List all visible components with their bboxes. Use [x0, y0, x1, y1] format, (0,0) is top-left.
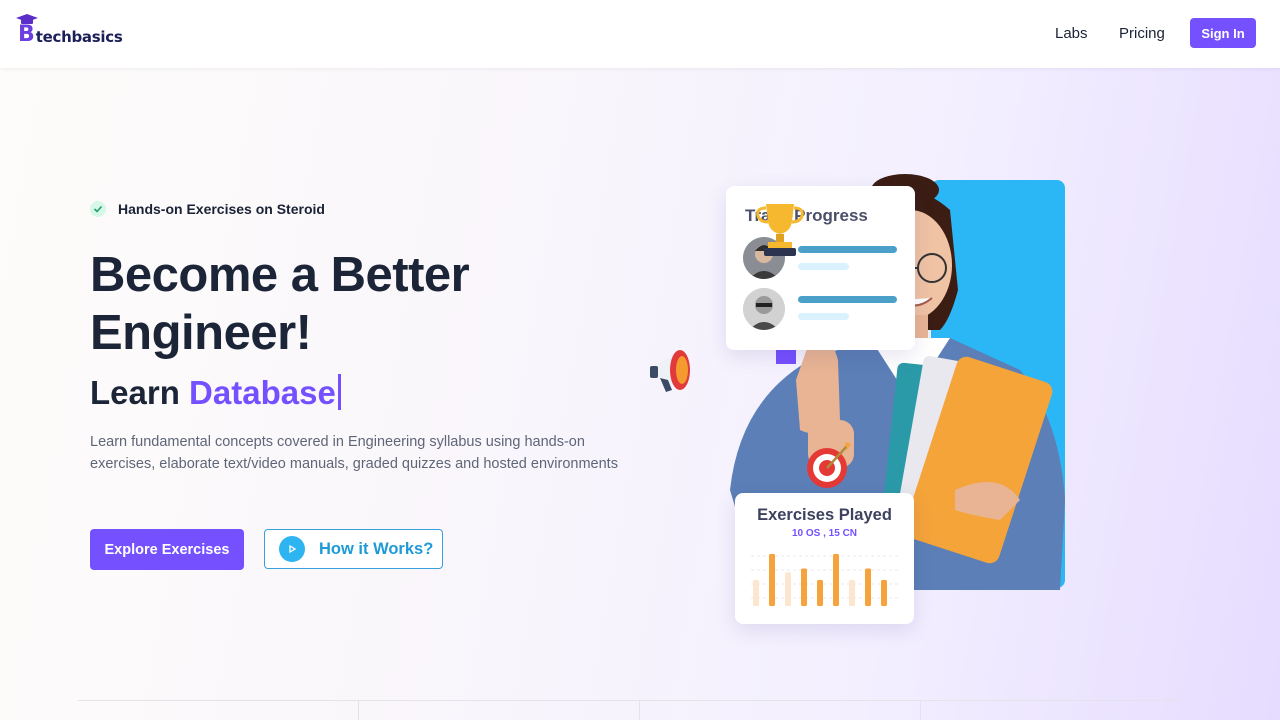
exercise-bar-3: [785, 572, 791, 606]
typing-cursor: [337, 374, 341, 410]
learn-typing-headline: Learn Database: [90, 374, 341, 412]
learn-prefix: Learn: [90, 374, 180, 411]
top-navbar: B techbasics Labs Pricing Sign In: [0, 0, 1280, 68]
exercise-bar-9: [881, 580, 887, 606]
nav-labs-link[interactable]: Labs: [1055, 25, 1088, 42]
techbasics-logo[interactable]: B techbasics: [16, 14, 123, 47]
trophy-icon: [756, 204, 804, 256]
hero-title: Become a Better Engineer!: [90, 248, 470, 360]
feature-badge-text: Hands-on Exercises on Steroid: [118, 201, 325, 217]
feature-badge: Hands-on Exercises on Steroid: [90, 201, 325, 217]
sign-in-button[interactable]: Sign In: [1190, 18, 1256, 48]
exercises-played-title: Exercises Played: [757, 506, 892, 524]
exercise-bar-2: [769, 554, 775, 606]
how-it-works-label: How it Works?: [319, 539, 434, 558]
stat-divider-2: [639, 700, 640, 720]
nav-pricing-link[interactable]: Pricing: [1119, 25, 1165, 42]
exercises-played-subtitle: 10 OS , 15 CN: [791, 528, 858, 539]
logo-letter: B: [18, 22, 35, 47]
megaphone-icon: [650, 350, 690, 392]
play-icon: [279, 536, 305, 562]
how-it-works-button[interactable]: How it Works?: [264, 529, 443, 569]
exercise-bar-1: [753, 580, 759, 606]
progress-bar-2-secondary: [798, 313, 849, 320]
section-divider: [78, 700, 1182, 701]
exercises-bar-chart: [751, 554, 899, 606]
exercise-bar-8: [865, 568, 871, 606]
user-avatar-2: [743, 288, 785, 330]
explore-exercises-button[interactable]: Explore Exercises: [90, 529, 244, 570]
progress-bar-2: [798, 296, 897, 303]
exercise-bar-5: [817, 580, 823, 606]
target-icon: [807, 442, 851, 488]
progress-bar-1: [798, 246, 897, 253]
exercises-played-card: Exercises Played 10 OS , 15 CN: [735, 493, 914, 624]
check-icon: [90, 201, 106, 217]
logo-text: techbasics: [35, 28, 123, 46]
exercise-bar-7: [849, 580, 855, 606]
hero-description: Learn fundamental concepts covered in En…: [90, 434, 618, 472]
stat-divider-3: [920, 700, 921, 720]
progress-bar-1-secondary: [798, 263, 849, 270]
learn-topic-word: Database: [189, 374, 336, 411]
exercise-bar-6: [833, 554, 839, 606]
stat-divider-1: [358, 700, 359, 720]
graduation-cap-icon: [16, 14, 38, 24]
exercise-bar-4: [801, 568, 807, 606]
